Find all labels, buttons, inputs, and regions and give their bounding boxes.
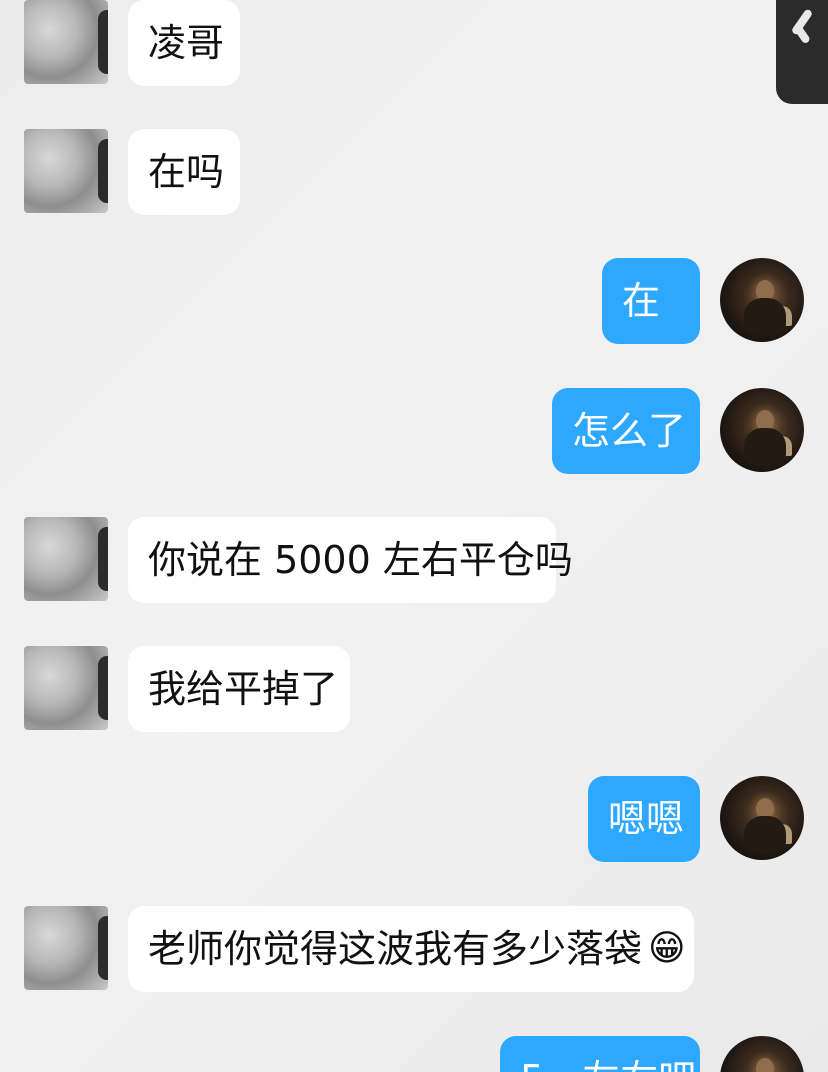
message-bubble[interactable]: 嗯嗯 (588, 776, 700, 862)
avatar[interactable] (24, 517, 108, 601)
chat-screen: 凌哥 在吗 在 怎么了 你说在 5000 左右平仓吗 我给平掉了 嗯嗯 老师你觉… (0, 0, 828, 1072)
avatar[interactable] (24, 646, 108, 730)
message-text: 凌哥 (148, 21, 225, 65)
grin-emoji-icon: 😁 (648, 928, 686, 969)
back-icon[interactable] (776, 0, 828, 104)
message-text: 老师你觉得这波我有多少落袋 (148, 927, 643, 971)
message-bubble[interactable]: 老师你觉得这波我有多少落袋 😁 (128, 906, 694, 992)
message-bubble[interactable]: 凌哥 (128, 0, 240, 86)
avatar[interactable] (720, 258, 804, 342)
message-bubble[interactable]: 怎么了 (552, 388, 700, 474)
message-bubble[interactable]: 在 (602, 258, 700, 344)
message-text: 在 (622, 279, 661, 323)
avatar[interactable] (720, 776, 804, 860)
message-text: 在吗 (148, 150, 225, 194)
avatar[interactable] (720, 388, 804, 472)
message-text: 我给平掉了 (148, 667, 339, 711)
avatar[interactable] (24, 0, 108, 84)
avatar[interactable] (24, 906, 108, 990)
avatar[interactable] (720, 1036, 804, 1072)
message-text: 嗯嗯 (608, 797, 685, 841)
message-text: 5…左右吧 (520, 1060, 696, 1072)
message-bubble[interactable]: 5…左右吧 (500, 1036, 700, 1072)
avatar[interactable] (24, 129, 108, 213)
message-bubble[interactable]: 你说在 5000 左右平仓吗 (128, 517, 573, 603)
message-bubble[interactable]: 我给平掉了 (128, 646, 350, 732)
message-bubble[interactable]: 在吗 (128, 129, 240, 215)
message-text: 你说在 5000 左右平仓吗 (148, 538, 573, 582)
message-text: 怎么了 (572, 409, 687, 453)
